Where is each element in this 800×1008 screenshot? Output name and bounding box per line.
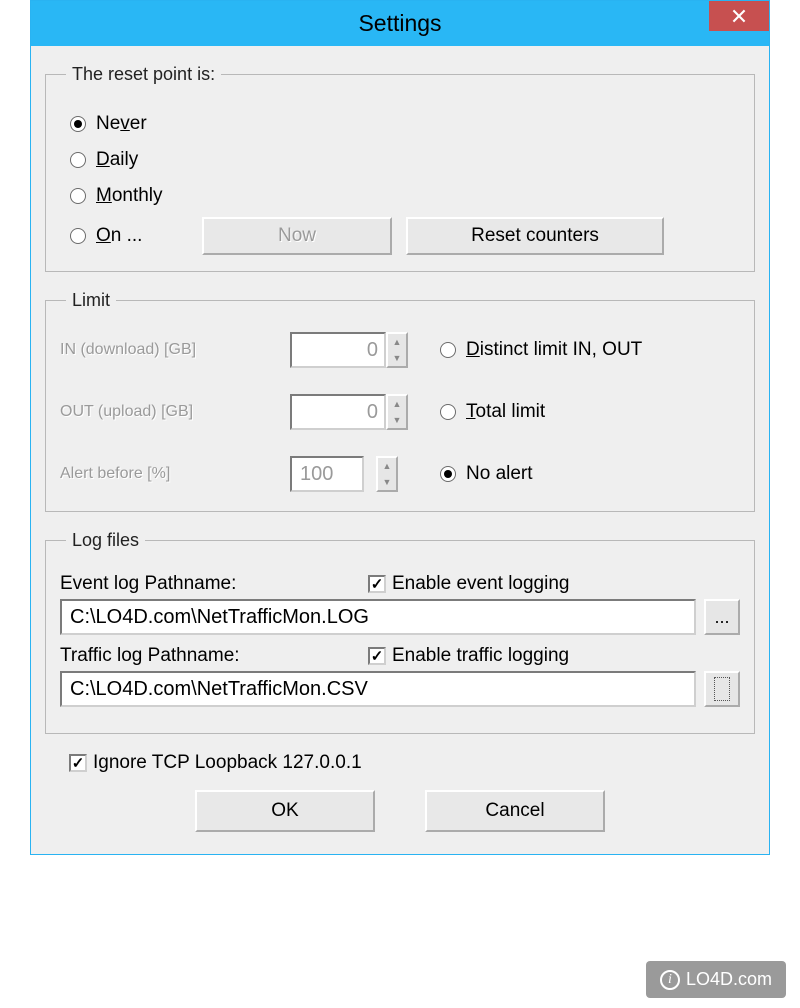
window-title: Settings xyxy=(31,10,769,37)
client-area: The reset point is: Never Daily Monthly … xyxy=(31,46,769,854)
radio-monthly[interactable]: Monthly xyxy=(70,181,740,211)
radio-icon xyxy=(70,152,86,168)
watermark-text: LO4D.com xyxy=(686,969,772,990)
reset-counters-button[interactable]: Reset counters xyxy=(406,217,664,255)
radio-icon xyxy=(70,116,86,132)
radio-total[interactable]: Total limit xyxy=(440,397,740,427)
radio-icon xyxy=(70,188,86,204)
out-input[interactable] xyxy=(290,394,386,430)
log-legend: Log files xyxy=(66,530,145,551)
radio-label: Distinct limit IN, OUT xyxy=(466,339,642,361)
down-arrow-icon[interactable]: ▼ xyxy=(388,412,406,428)
alert-label: Alert before [%] xyxy=(60,465,290,483)
traffic-log-label: Traffic log Pathname: xyxy=(60,645,360,667)
spinner-arrows[interactable]: ▲▼ xyxy=(376,456,398,492)
radio-label: No alert xyxy=(466,463,533,485)
out-label: OUT (upload) [GB] xyxy=(60,403,290,421)
radio-icon xyxy=(440,342,456,358)
close-button[interactable] xyxy=(709,1,769,31)
up-arrow-icon[interactable]: ▲ xyxy=(388,396,406,412)
radio-on[interactable]: On ... xyxy=(70,221,188,251)
up-arrow-icon[interactable]: ▲ xyxy=(378,458,396,474)
radio-label: Daily xyxy=(96,149,138,171)
radio-never[interactable]: Never xyxy=(70,109,740,139)
reset-group: The reset point is: Never Daily Monthly … xyxy=(45,64,755,272)
checkbox-label: Ignore TCP Loopback 127.0.0.1 xyxy=(93,752,362,774)
down-arrow-icon[interactable]: ▼ xyxy=(388,350,406,366)
checkbox-icon xyxy=(368,575,386,593)
traffic-path-input[interactable] xyxy=(60,671,696,707)
radio-distinct[interactable]: Distinct limit IN, OUT xyxy=(440,335,740,365)
radio-icon xyxy=(440,466,456,482)
spinner-arrows[interactable]: ▲▼ xyxy=(386,394,408,430)
reset-legend: The reset point is: xyxy=(66,64,221,85)
radio-label: Never xyxy=(96,113,147,135)
limit-legend: Limit xyxy=(66,290,116,311)
watermark: i LO4D.com xyxy=(646,961,786,998)
browse-event-button[interactable]: ... xyxy=(704,599,740,635)
radio-icon xyxy=(70,228,86,244)
enable-traffic-checkbox[interactable]: Enable traffic logging xyxy=(368,645,569,667)
now-button: Now xyxy=(202,217,392,255)
event-log-label: Event log Pathname: xyxy=(60,573,360,595)
ok-button[interactable]: OK xyxy=(195,790,375,832)
radio-icon xyxy=(440,404,456,420)
settings-window: Settings The reset point is: Never Daily… xyxy=(30,0,770,855)
in-input[interactable] xyxy=(290,332,386,368)
down-arrow-icon[interactable]: ▼ xyxy=(378,474,396,490)
event-path-input[interactable] xyxy=(60,599,696,635)
radio-label: On ... xyxy=(96,225,142,247)
radio-daily[interactable]: Daily xyxy=(70,145,740,175)
cancel-button[interactable]: Cancel xyxy=(425,790,605,832)
titlebar[interactable]: Settings xyxy=(31,1,769,46)
enable-event-checkbox[interactable]: Enable event logging xyxy=(368,573,569,595)
radio-noalert[interactable]: No alert xyxy=(440,459,740,489)
up-arrow-icon[interactable]: ▲ xyxy=(388,334,406,350)
out-spinner[interactable]: ▲▼ xyxy=(290,394,420,430)
limit-group: Limit IN (download) [GB] ▲▼ Distinct lim… xyxy=(45,290,755,512)
info-icon: i xyxy=(660,970,680,990)
checkbox-icon xyxy=(69,754,87,772)
alert-input[interactable] xyxy=(290,456,364,492)
browse-traffic-button[interactable] xyxy=(704,671,740,707)
log-group: Log files Event log Pathname: Enable eve… xyxy=(45,530,755,734)
radio-label: Total limit xyxy=(466,401,545,423)
alert-spinner[interactable]: ▲▼ xyxy=(290,456,420,492)
ignore-loopback-checkbox[interactable]: Ignore TCP Loopback 127.0.0.1 xyxy=(69,752,362,774)
in-label: IN (download) [GB] xyxy=(60,341,290,359)
checkbox-label: Enable event logging xyxy=(392,573,569,595)
close-icon xyxy=(732,9,746,23)
checkbox-label: Enable traffic logging xyxy=(392,645,569,667)
radio-label: Monthly xyxy=(96,185,163,207)
in-spinner[interactable]: ▲▼ xyxy=(290,332,420,368)
checkbox-icon xyxy=(368,647,386,665)
spinner-arrows[interactable]: ▲▼ xyxy=(386,332,408,368)
